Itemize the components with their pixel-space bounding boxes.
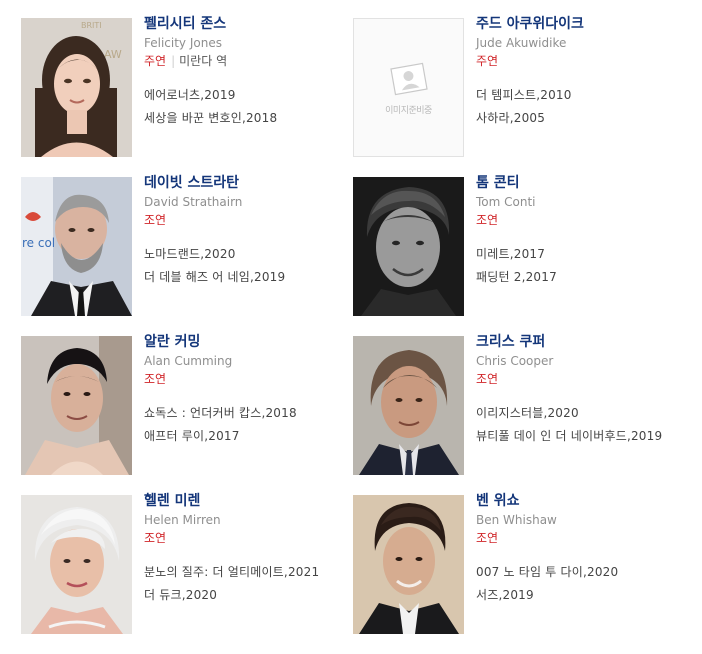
role-label: 주연 <box>144 54 167 68</box>
role-separator: | <box>171 54 176 68</box>
actor-name[interactable]: 헬렌 미렌 <box>144 491 354 511</box>
filmography-list: 미레트,2017 패딩턴 2,2017 <box>476 243 686 289</box>
actor-photo[interactable]: BRITI AW <box>21 18 132 157</box>
actor-english-name: Tom Conti <box>476 195 536 209</box>
role-label: 조연 <box>476 213 499 227</box>
role-line: 조연 <box>476 529 686 547</box>
actor-name[interactable]: 톰 콘티 <box>476 173 686 193</box>
role-label: 주연 <box>476 54 499 68</box>
actor-english-name: Felicity Jones <box>144 36 222 50</box>
actor-info: 데이빗 스트라탄 David Strathairn 조연 노마드랜드,2020 … <box>144 173 354 289</box>
actor-info: 톰 콘티 Tom Conti 조연 미레트,2017 패딩턴 2,2017 <box>476 173 686 289</box>
filmography-list: 에어로너츠,2019 세상을 바꾼 변호인,2018 <box>144 84 354 130</box>
actor-info: 크리스 쿠퍼 Chris Cooper 조연 이리지스터블,2020 뷰티풀 데… <box>476 332 686 448</box>
svg-text:BRITI: BRITI <box>81 21 102 30</box>
filmography-item[interactable]: 분노의 질주: 더 얼티메이트,2021 <box>144 561 354 584</box>
actor-info: 펠리시티 존스 Felicity Jones 주연 | 미란다 역 에어로너츠,20… <box>144 14 354 130</box>
actor-info: 헬렌 미렌 Helen Mirren 조연 분노의 질주: 더 얼티메이트,20… <box>144 491 354 607</box>
filmography-list: 이리지스터블,2020 뷰티풀 데이 인 더 네이버후드,2019 <box>476 402 686 448</box>
filmography-item[interactable]: 더 템피스트,2010 <box>476 84 686 107</box>
actor-info: 알란 커밍 Alan Cumming 조연 쇼독스 : 언더커버 캅스,2018… <box>144 332 354 448</box>
filmography-list: 007 노 타임 투 다이,2020 서즈,2019 <box>476 561 686 607</box>
role-label: 조연 <box>476 531 499 545</box>
cast-card: BRITI AW 펠리시티 존스 Felicity Jones 주연 | 미란다 역… <box>21 16 351 158</box>
cast-card: 크리스 쿠퍼 Chris Cooper 조연 이리지스터블,2020 뷰티풀 데… <box>353 334 683 476</box>
cast-card: 헬렌 미렌 Helen Mirren 조연 분노의 질주: 더 얼티메이트,20… <box>21 493 351 635</box>
filmography-item[interactable]: 미레트,2017 <box>476 243 686 266</box>
filmography-item[interactable]: 사하라,2005 <box>476 107 686 130</box>
actor-photo[interactable] <box>353 177 464 316</box>
filmography-item[interactable]: 노마드랜드,2020 <box>144 243 354 266</box>
filmography-item[interactable]: 서즈,2019 <box>476 584 686 607</box>
cast-card: 벤 위쇼 Ben Whishaw 조연 007 노 타임 투 다이,2020 서… <box>353 493 683 635</box>
no-image-label: 이미지준비중 <box>385 106 432 116</box>
role-line: 조연 <box>476 370 686 388</box>
cast-card: re col 데이빗 스트라탄 David Strathairn 조연 노마드랜… <box>21 175 351 317</box>
actor-english-name: Ben Whishaw <box>476 513 557 527</box>
actor-photo[interactable] <box>21 336 132 475</box>
actor-photo[interactable] <box>353 495 464 634</box>
filmography-item[interactable]: 쇼독스 : 언더커버 캅스,2018 <box>144 402 354 425</box>
actor-english-name: Chris Cooper <box>476 354 554 368</box>
actor-photo[interactable] <box>21 495 132 634</box>
no-image-placeholder[interactable]: 이미지준비중 <box>353 18 464 157</box>
cast-card: 이미지준비중 주드 아쿠위다이크 Jude Akuwidike 주연 더 템피스… <box>353 16 683 158</box>
actor-name[interactable]: 크리스 쿠퍼 <box>476 332 686 352</box>
actor-name[interactable]: 데이빗 스트라탄 <box>144 173 354 193</box>
filmography-item[interactable]: 더 듀크,2020 <box>144 584 354 607</box>
cast-card: 톰 콘티 Tom Conti 조연 미레트,2017 패딩턴 2,2017 <box>353 175 683 317</box>
actor-english-name: Helen Mirren <box>144 513 221 527</box>
no-image-icon <box>390 62 428 96</box>
filmography-item[interactable]: 007 노 타임 투 다이,2020 <box>476 561 686 584</box>
role-line: 조연 <box>144 211 354 229</box>
actor-name[interactable]: 주드 아쿠위다이크 <box>476 14 686 34</box>
actor-photo[interactable]: re col <box>21 177 132 316</box>
filmography-item[interactable]: 에어로너츠,2019 <box>144 84 354 107</box>
actor-name[interactable]: 알란 커밍 <box>144 332 354 352</box>
actor-info: 벤 위쇼 Ben Whishaw 조연 007 노 타임 투 다이,2020 서… <box>476 491 686 607</box>
actor-english-name: Jude Akuwidike <box>476 36 567 50</box>
actor-name[interactable]: 벤 위쇼 <box>476 491 686 511</box>
filmography-list: 분노의 질주: 더 얼티메이트,2021 더 듀크,2020 <box>144 561 354 607</box>
role-label: 조연 <box>144 531 167 545</box>
character-name: 미란다 역 <box>179 54 228 68</box>
actor-photo[interactable] <box>353 336 464 475</box>
filmography-item[interactable]: 더 데블 해즈 어 네임,2019 <box>144 266 354 289</box>
role-label: 조연 <box>144 213 167 227</box>
filmography-list: 노마드랜드,2020 더 데블 해즈 어 네임,2019 <box>144 243 354 289</box>
role-label: 조연 <box>144 372 167 386</box>
svg-text:re col: re col <box>22 236 55 250</box>
actor-name[interactable]: 펠리시티 존스 <box>144 14 354 34</box>
filmography-item[interactable]: 세상을 바꾼 변호인,2018 <box>144 107 354 130</box>
actor-english-name: Alan Cumming <box>144 354 233 368</box>
role-line: 주연 <box>476 52 686 70</box>
role-label: 조연 <box>476 372 499 386</box>
filmography-item[interactable]: 뷰티풀 데이 인 더 네이버후드,2019 <box>476 425 686 448</box>
role-line: 조연 <box>476 211 686 229</box>
actor-english-name: David Strathairn <box>144 195 243 209</box>
role-line: 조연 <box>144 370 354 388</box>
cast-card: 알란 커밍 Alan Cumming 조연 쇼독스 : 언더커버 캅스,2018… <box>21 334 351 476</box>
filmography-list: 더 템피스트,2010 사하라,2005 <box>476 84 686 130</box>
filmography-item[interactable]: 이리지스터블,2020 <box>476 402 686 425</box>
filmography-item[interactable]: 패딩턴 2,2017 <box>476 266 686 289</box>
role-line: 주연 | 미란다 역 <box>144 52 354 70</box>
svg-text:AW: AW <box>104 48 122 61</box>
filmography-list: 쇼독스 : 언더커버 캅스,2018 애프터 루이,2017 <box>144 402 354 448</box>
filmography-item[interactable]: 애프터 루이,2017 <box>144 425 354 448</box>
actor-info: 주드 아쿠위다이크 Jude Akuwidike 주연 더 템피스트,2010 … <box>476 14 686 130</box>
role-line: 조연 <box>144 529 354 547</box>
